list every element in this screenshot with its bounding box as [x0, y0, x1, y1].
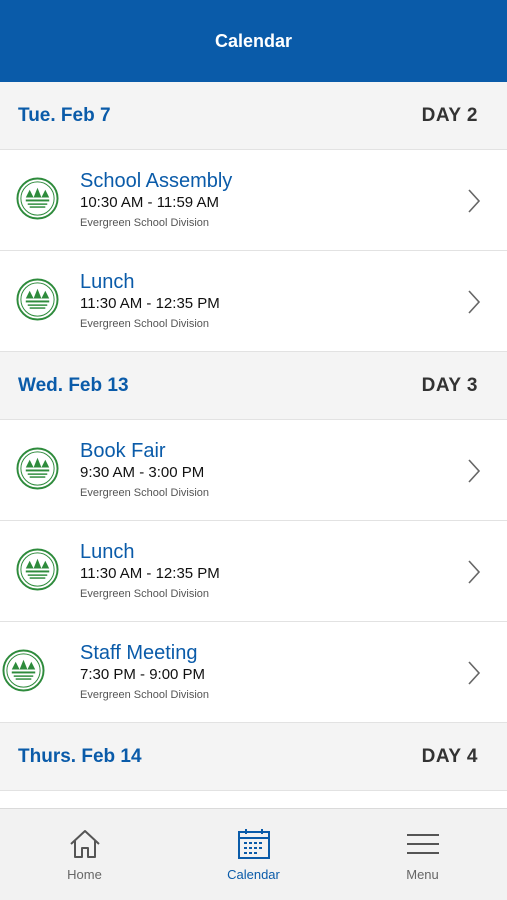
event-organization: Evergreen School Division	[80, 487, 210, 499]
calendar-icon	[237, 829, 270, 859]
tab-label: Menu	[406, 867, 439, 882]
event-organization: Evergreen School Division	[80, 217, 210, 229]
event-details: Lunch 11:30 AM - 12:35 PM Evergreen Scho…	[80, 269, 220, 335]
day-number: DAY 3	[421, 374, 478, 396]
event-time: 11:30 AM - 12:35 PM	[80, 565, 220, 582]
day-header: Thurs. Feb 14 DAY 4	[0, 723, 507, 791]
chevron-right-icon	[468, 290, 481, 314]
event-row[interactable]: Book Fair 9:30 AM - 3:00 PM Evergreen Sc…	[0, 420, 507, 521]
tab-label: Home	[67, 867, 102, 882]
event-title: School Assembly	[80, 170, 233, 192]
chevron-right-icon	[468, 189, 481, 213]
event-details: Staff Meeting 7:30 PM - 9:00 PM Evergree…	[80, 640, 209, 706]
event-details: Book Fair 9:30 AM - 3:00 PM Evergreen Sc…	[80, 438, 209, 504]
event-title: Lunch	[80, 541, 135, 563]
chevron-right-icon	[468, 661, 481, 685]
evergreen-school-logo-icon	[16, 447, 59, 490]
page-title: Calendar	[214, 30, 293, 51]
event-details: Lunch 11:30 AM - 12:35 PM Evergreen Scho…	[80, 539, 220, 605]
menu-icon	[406, 834, 439, 854]
event-row[interactable]: Lunch 11:30 AM - 12:35 PM Evergreen Scho…	[0, 251, 507, 352]
evergreen-school-logo-icon	[16, 177, 59, 220]
tab-home[interactable]: Home	[0, 809, 169, 900]
tab-calendar[interactable]: Calendar	[169, 809, 338, 900]
chevron-right-icon	[468, 459, 481, 483]
evergreen-school-logo-icon	[16, 548, 59, 591]
calendar-list[interactable]: Tue. Feb 7 DAY 2 School Assembly 10:30 A…	[0, 82, 507, 808]
app-header: Calendar	[0, 0, 507, 82]
day-number: DAY 4	[421, 745, 478, 767]
day-date: Tue. Feb 7	[18, 104, 111, 126]
day-number: DAY 2	[421, 104, 478, 126]
day-date: Wed. Feb 13	[18, 374, 129, 396]
event-organization: Evergreen School Division	[80, 318, 210, 330]
evergreen-school-logo-icon	[2, 649, 45, 692]
event-title: Book Fair	[80, 440, 166, 462]
day-header: Wed. Feb 13 DAY 3	[0, 352, 507, 420]
event-details: School Assembly 10:30 AM - 11:59 AM Ever…	[80, 168, 232, 234]
day-date: Thurs. Feb 14	[18, 745, 142, 767]
event-row[interactable]: Lunch 11:30 AM - 12:35 PM Evergreen Scho…	[0, 521, 507, 622]
event-row[interactable]	[0, 791, 507, 808]
event-organization: Evergreen School Division	[80, 689, 210, 701]
event-title: Lunch	[80, 271, 135, 293]
tab-menu[interactable]: Menu	[338, 809, 507, 900]
event-row[interactable]: Staff Meeting 7:30 PM - 9:00 PM Evergree…	[0, 622, 507, 723]
evergreen-school-logo-icon	[16, 278, 59, 321]
home-icon	[69, 830, 100, 858]
event-organization: Evergreen School Division	[80, 588, 210, 600]
event-time: 7:30 PM - 9:00 PM	[80, 666, 206, 683]
tab-label: Calendar	[227, 867, 280, 882]
day-header: Tue. Feb 7 DAY 2	[0, 82, 507, 150]
event-time: 9:30 AM - 3:00 PM	[80, 464, 205, 481]
bottom-tab-bar: Home Calendar Menu	[0, 808, 507, 900]
event-title: Staff Meeting	[80, 642, 198, 664]
event-time: 10:30 AM - 11:59 AM	[80, 194, 219, 211]
event-row[interactable]: School Assembly 10:30 AM - 11:59 AM Ever…	[0, 150, 507, 251]
chevron-right-icon	[468, 560, 481, 584]
event-time: 11:30 AM - 12:35 PM	[80, 295, 220, 312]
